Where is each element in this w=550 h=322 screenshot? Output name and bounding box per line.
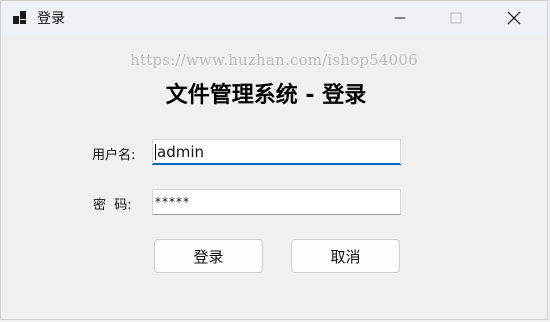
watermark-text: https://www.huzhan.com/ishop54006: [130, 51, 418, 69]
close-icon: [507, 11, 521, 25]
username-value: admin: [157, 143, 204, 161]
username-input[interactable]: admin: [152, 139, 401, 165]
minimize-icon: [394, 12, 406, 24]
title-bar[interactable]: 登录: [1, 1, 547, 35]
window-title: 登录: [37, 11, 65, 27]
username-label: 用户名:: [92, 148, 136, 163]
password-label: 密 码:: [93, 198, 132, 213]
login-button[interactable]: 登录: [154, 239, 263, 273]
password-input[interactable]: *****: [152, 189, 401, 215]
app-icon: [13, 11, 27, 25]
login-window: 登录 https://www.huzhan.com/ishop54006 文件管…: [0, 0, 548, 320]
close-button[interactable]: [491, 1, 537, 35]
text-caret: [155, 144, 156, 160]
password-value: *****: [155, 195, 190, 209]
maximize-button[interactable]: [433, 1, 479, 35]
cancel-button[interactable]: 取消: [291, 239, 400, 273]
page-title: 文件管理系统 - 登录: [165, 83, 367, 108]
maximize-icon: [450, 12, 462, 24]
minimize-button[interactable]: [377, 1, 423, 35]
